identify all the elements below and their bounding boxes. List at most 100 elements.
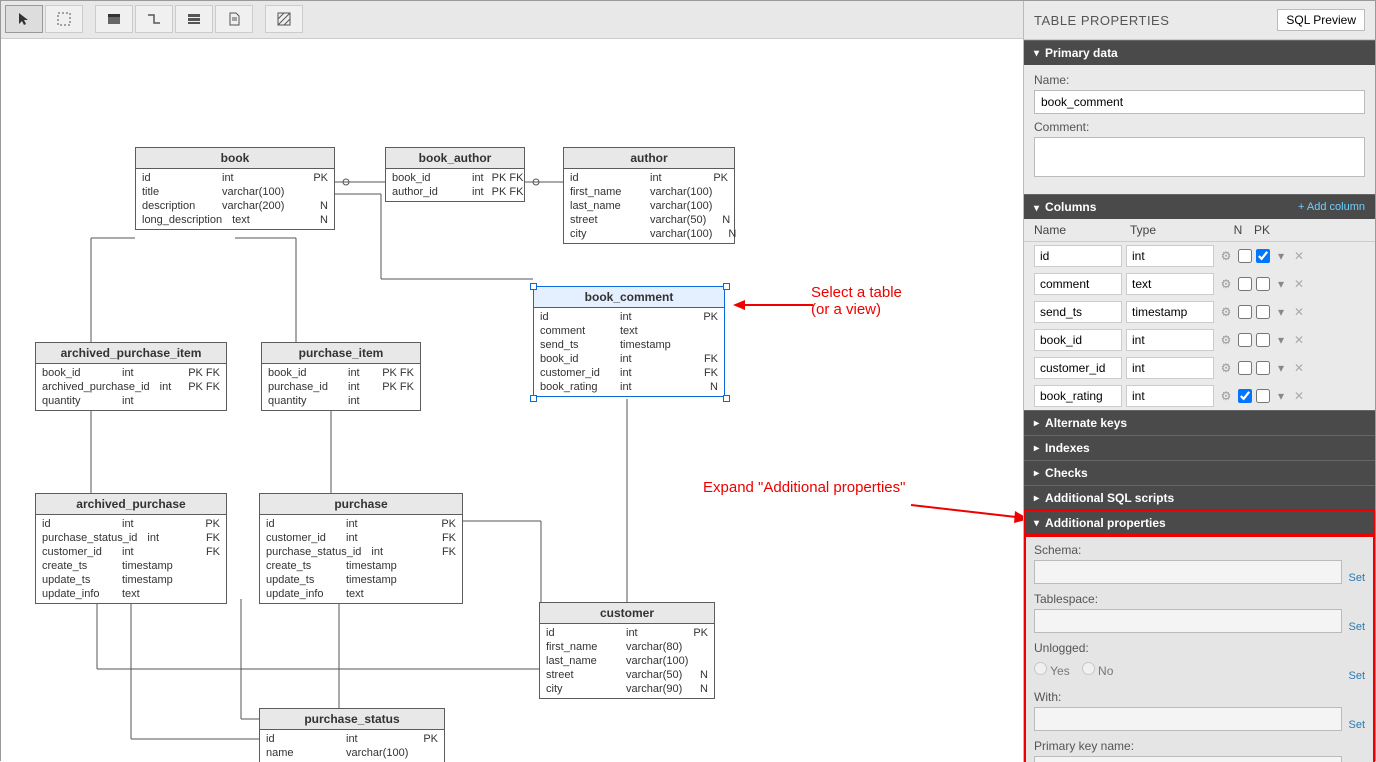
close-icon[interactable]: ✕	[1292, 249, 1306, 263]
pk-checkbox[interactable]	[1256, 361, 1270, 375]
chevron-down-icon[interactable]: ▾	[1274, 361, 1288, 375]
tablespace-label: Tablespace:	[1034, 592, 1365, 606]
column-type-input[interactable]	[1126, 357, 1214, 379]
table-column: titlevarchar(100)	[136, 185, 334, 199]
table-book[interactable]: bookidintPKtitlevarchar(100)descriptionv…	[135, 147, 335, 230]
table-column: cityvarchar(90)N	[540, 682, 714, 696]
gear-icon[interactable]: ⚙	[1218, 277, 1234, 291]
close-icon[interactable]: ✕	[1292, 389, 1306, 403]
pk-checkbox[interactable]	[1256, 277, 1270, 291]
column-type-input[interactable]	[1126, 245, 1214, 267]
nullable-checkbox[interactable]	[1238, 277, 1252, 291]
selection-handle[interactable]	[723, 283, 730, 290]
schema-label: Schema:	[1034, 543, 1365, 557]
tool-select[interactable]	[5, 5, 43, 33]
column-grid-row: ⚙ ▾ ✕	[1024, 326, 1375, 354]
nullable-checkbox[interactable]	[1238, 361, 1252, 375]
pk-checkbox[interactable]	[1256, 305, 1270, 319]
tablespace-input[interactable]	[1034, 609, 1342, 633]
selection-handle[interactable]	[530, 395, 537, 402]
chevron-down-icon[interactable]: ▾	[1274, 389, 1288, 403]
close-icon[interactable]: ✕	[1292, 305, 1306, 319]
table-purchase_status[interactable]: purchase_statusidintPKnamevarchar(100)	[259, 708, 445, 762]
table-name-input[interactable]	[1034, 90, 1365, 114]
erd-canvas[interactable]: Select a table (or a view) Expand "Addit…	[1, 39, 1025, 762]
gear-icon[interactable]: ⚙	[1218, 249, 1234, 263]
table-archived_purchase_item[interactable]: archived_purchase_itembook_idintPK FKarc…	[35, 342, 227, 411]
unlogged-yes[interactable]: Yes	[1034, 662, 1070, 678]
schema-set-button[interactable]: Set	[1348, 572, 1365, 584]
with-input[interactable]	[1034, 707, 1342, 731]
column-name-input[interactable]	[1034, 301, 1122, 323]
section-additional-properties[interactable]: ▾Additional properties	[1024, 510, 1375, 535]
unlogged-set-button[interactable]: Set	[1348, 670, 1365, 682]
chevron-down-icon[interactable]: ▾	[1274, 249, 1288, 263]
column-type-input[interactable]	[1126, 301, 1214, 323]
table-customer[interactable]: customeridintPKfirst_namevarchar(80)last…	[539, 602, 715, 699]
section-additional-sql[interactable]: ▸Additional SQL scripts	[1024, 485, 1375, 510]
close-icon[interactable]: ✕	[1292, 277, 1306, 291]
tool-relation[interactable]	[135, 5, 173, 33]
sql-preview-button[interactable]: SQL Preview	[1277, 9, 1365, 31]
table-book_comment[interactable]: book_commentidintPKcommenttextsend_tstim…	[533, 286, 725, 397]
gear-icon[interactable]: ⚙	[1218, 305, 1234, 319]
table-archived_purchase[interactable]: archived_purchaseidintPKpurchase_status_…	[35, 493, 227, 604]
nullable-checkbox[interactable]	[1238, 333, 1252, 347]
unlogged-no[interactable]: No	[1082, 662, 1114, 678]
name-label: Name:	[1034, 73, 1365, 87]
pk-checkbox[interactable]	[1256, 249, 1270, 263]
schema-input[interactable]	[1034, 560, 1342, 584]
chevron-down-icon[interactable]: ▾	[1274, 277, 1288, 291]
section-indexes[interactable]: ▸Indexes	[1024, 435, 1375, 460]
gear-icon[interactable]: ⚙	[1218, 333, 1234, 347]
column-type-input[interactable]	[1126, 273, 1214, 295]
tablespace-set-button[interactable]: Set	[1348, 621, 1365, 633]
gear-icon[interactable]: ⚙	[1218, 361, 1234, 375]
tool-doc[interactable]	[215, 5, 253, 33]
pkname-label: Primary key name:	[1034, 739, 1365, 753]
selection-handle[interactable]	[530, 283, 537, 290]
pk-checkbox[interactable]	[1256, 389, 1270, 403]
table-column: purchase_status_idintFK	[260, 545, 462, 559]
table-purchase[interactable]: purchaseidintPKcustomer_idintFKpurchase_…	[259, 493, 463, 604]
tool-hatch[interactable]	[265, 5, 303, 33]
column-name-input[interactable]	[1034, 273, 1122, 295]
tool-marquee[interactable]	[45, 5, 83, 33]
table-column: book_idintFK	[534, 352, 724, 366]
table-column: quantityint	[262, 394, 420, 408]
column-name-input[interactable]	[1034, 329, 1122, 351]
nullable-checkbox[interactable]	[1238, 305, 1252, 319]
tool-list[interactable]	[175, 5, 213, 33]
section-columns[interactable]: ▾Columns + Add column	[1024, 194, 1375, 219]
table-title: book_comment	[534, 287, 724, 308]
chevron-down-icon[interactable]: ▾	[1274, 333, 1288, 347]
tool-table[interactable]	[95, 5, 133, 33]
gear-icon[interactable]: ⚙	[1218, 389, 1234, 403]
table-comment-input[interactable]	[1034, 137, 1365, 177]
caret-right-icon: ▸	[1034, 493, 1039, 504]
column-type-input[interactable]	[1126, 329, 1214, 351]
table-purchase_item[interactable]: purchase_itembook_idintPK FKpurchase_idi…	[261, 342, 421, 411]
section-primary-data[interactable]: ▾Primary data	[1024, 40, 1375, 65]
section-checks[interactable]: ▸Checks	[1024, 460, 1375, 485]
chevron-down-icon[interactable]: ▾	[1274, 305, 1288, 319]
nullable-checkbox[interactable]	[1238, 389, 1252, 403]
column-name-input[interactable]	[1034, 385, 1122, 407]
pkname-input[interactable]	[1034, 756, 1342, 762]
add-column-button[interactable]: + Add column	[1298, 201, 1365, 213]
section-alternate-keys[interactable]: ▸Alternate keys	[1024, 410, 1375, 435]
close-icon[interactable]: ✕	[1292, 361, 1306, 375]
column-name-input[interactable]	[1034, 245, 1122, 267]
column-name-input[interactable]	[1034, 357, 1122, 379]
nullable-checkbox[interactable]	[1238, 249, 1252, 263]
column-type-input[interactable]	[1126, 385, 1214, 407]
arrow-select-table-icon	[733, 297, 813, 313]
table-title: archived_purchase_item	[36, 343, 226, 364]
pk-checkbox[interactable]	[1256, 333, 1270, 347]
with-set-button[interactable]: Set	[1348, 719, 1365, 731]
close-icon[interactable]: ✕	[1292, 333, 1306, 347]
table-book_author[interactable]: book_authorbook_idintPK FKauthor_idintPK…	[385, 147, 525, 202]
selection-handle[interactable]	[723, 395, 730, 402]
with-label: With:	[1034, 690, 1365, 704]
table-author[interactable]: authoridintPKfirst_namevarchar(100)last_…	[563, 147, 735, 244]
